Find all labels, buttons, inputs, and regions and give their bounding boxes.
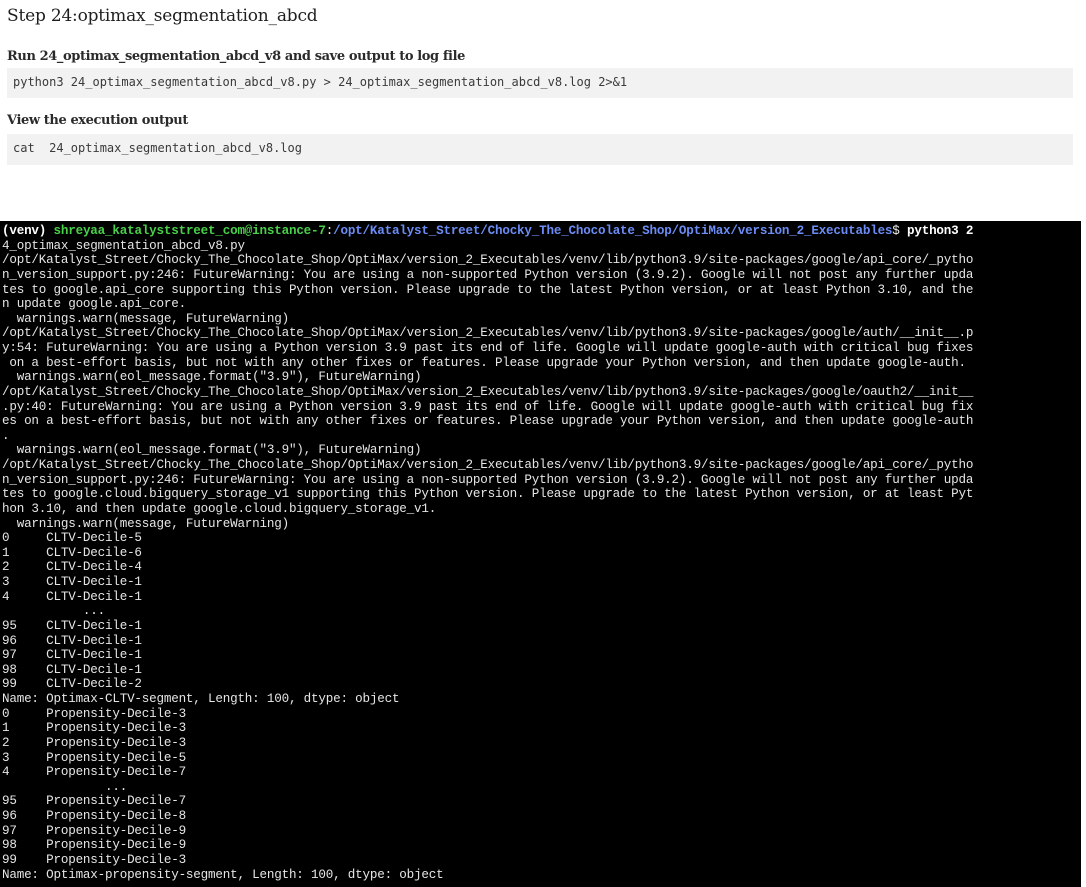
terminal-output-line: es on a best-effort basis, but not with … (2, 414, 974, 429)
terminal-output-line: /opt/Katalyst_Street/Chocky_The_Chocolat… (2, 458, 974, 472)
terminal-output-line: tes to google.api_core supporting this P… (2, 282, 974, 297)
terminal-output-line: 98 CLTV-Decile-1 (2, 662, 142, 677)
terminal-output-line: warnings.warn(eol_message.format("3.9"),… (2, 370, 422, 385)
view-command-code-block[interactable]: cat 24_optimax_segmentation_abcd_v8.log (7, 134, 1073, 165)
terminal-output-line: .py:40: FutureWarning: You are using a P… (2, 399, 974, 414)
prompt-user-host: shreyaa_katalyststreet_com@instance-7 (53, 224, 326, 238)
terminal-output-line: 2 Propensity-Decile-3 (2, 735, 186, 750)
terminal-output-line: . (2, 428, 10, 443)
terminal-output-line: 95 Propensity-Decile-7 (2, 794, 186, 809)
terminal-output-line: 96 CLTV-Decile-1 (2, 633, 142, 648)
terminal-output-line: y:54: FutureWarning: You are using a Pyt… (2, 341, 974, 355)
terminal-output-line: n_version_support.py:246: FutureWarning:… (2, 472, 974, 487)
prompt-command: python3 2 (907, 224, 974, 238)
terminal-output-line: 4 CLTV-Decile-1 (2, 589, 142, 604)
terminal-output-line: ... (2, 779, 128, 794)
terminal-output-line: 97 CLTV-Decile-1 (2, 648, 142, 663)
terminal-output-line: n_version_support.py:246: FutureWarning:… (2, 267, 974, 282)
view-section-heading: View the execution output (7, 113, 188, 128)
terminal-output-line: 0 CLTV-Decile-5 (2, 531, 142, 546)
terminal-output-line: 4_optimax_segmentation_abcd_v8.py (2, 238, 245, 253)
terminal-output-line: warnings.warn(message, FutureWarning) (2, 311, 289, 326)
prompt-env: (venv) (2, 224, 54, 238)
terminal-output-line: 97 Propensity-Decile-9 (2, 823, 186, 838)
terminal-output-line: 3 CLTV-Decile-1 (2, 575, 142, 589)
terminal-output-line: warnings.warn(eol_message.format("3.9"),… (2, 443, 422, 458)
terminal-output-line: 4 Propensity-Decile-7 (2, 765, 186, 780)
terminal-output-line: 1 CLTV-Decile-6 (2, 545, 142, 560)
terminal-output-line: 0 Propensity-Decile-3 (2, 706, 186, 721)
terminal-output-lines: 4_optimax_segmentation_abcd_v8.py/opt/Ka… (2, 239, 1081, 883)
terminal-output-line: 95 CLTV-Decile-1 (2, 618, 142, 633)
terminal-output-line: on a best-effort basis, but not with any… (2, 355, 966, 370)
run-section-heading: Run 24_optimax_segmentation_abcd_v8 and … (7, 49, 466, 64)
terminal-output-line: hon 3.10, and then update google.cloud.b… (2, 501, 437, 516)
prompt-path: /opt/Katalyst_Street/Chocky_The_Chocolat… (333, 224, 893, 238)
terminal-output-line: 99 Propensity-Decile-3 (2, 852, 186, 867)
terminal-output-line: 96 Propensity-Decile-8 (2, 809, 186, 823)
terminal-output-line: /opt/Katalyst_Street/Chocky_The_Chocolat… (2, 326, 974, 341)
terminal-output-line: 2 CLTV-Decile-4 (2, 560, 142, 575)
terminal-output-line: n update google.api_core. (2, 297, 186, 312)
terminal-output-screenshot: (venv) shreyaa_katalyststreet_com@instan… (0, 221, 1081, 887)
prompt-symbol: $ (892, 224, 907, 238)
terminal-prompt-line: (venv) shreyaa_katalyststreet_com@instan… (2, 224, 1081, 239)
terminal-output-line: tes to google.cloud.bigquery_storage_v1 … (2, 487, 974, 502)
terminal-output-line: Name: Optimax-CLTV-segment, Length: 100,… (2, 692, 400, 706)
terminal-output-line: warnings.warn(message, FutureWarning) (2, 516, 289, 531)
step-title: Step 24:optimax_segmentation_abcd (7, 6, 318, 26)
terminal-output-line: /opt/Katalyst_Street/Chocky_The_Chocolat… (2, 384, 974, 399)
prompt-colon: : (325, 224, 334, 238)
terminal-output-line: Name: Optimax-propensity-segment, Length… (2, 867, 444, 882)
terminal-output-line: /opt/Katalyst_Street/Chocky_The_Chocolat… (2, 253, 974, 268)
terminal-output-line: 98 Propensity-Decile-9 (2, 838, 186, 853)
terminal-output-line: 1 Propensity-Decile-3 (2, 721, 186, 736)
run-command-code-block[interactable]: python3 24_optimax_segmentation_abcd_v8.… (7, 68, 1073, 98)
terminal-output-line: 3 Propensity-Decile-5 (2, 750, 186, 765)
terminal-output-line: ... (2, 604, 106, 619)
terminal-output-line: 99 CLTV-Decile-2 (2, 677, 142, 692)
